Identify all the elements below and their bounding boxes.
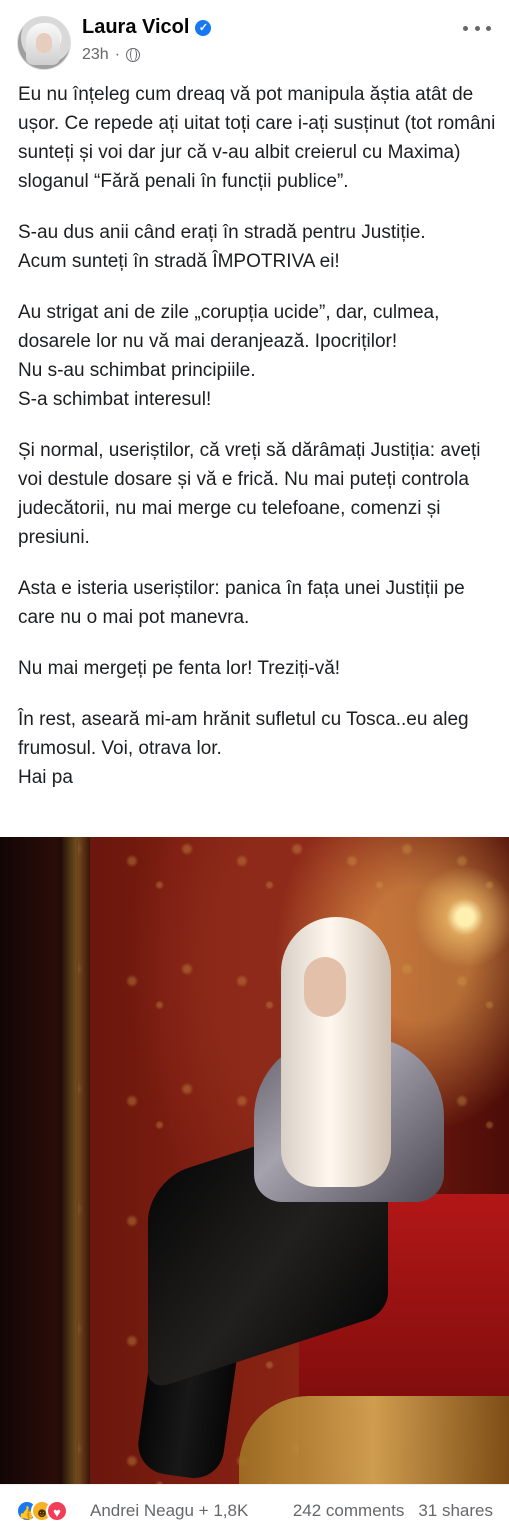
post-paragraph: Și normal, useriștilor, că vreți să dărâ… bbox=[18, 440, 481, 548]
comments-count[interactable]: 242 comments bbox=[293, 1501, 405, 1521]
love-icon: ♥ bbox=[46, 1500, 68, 1522]
post-photo[interactable] bbox=[0, 837, 509, 1484]
shares-count[interactable]: 31 shares bbox=[418, 1501, 493, 1521]
gold-chair-trim bbox=[239, 1396, 509, 1484]
post-paragraph: În rest, aseară mi-am hrănit sufletul cu… bbox=[18, 709, 469, 788]
post-paragraph: Au strigat ani de zile „corupția ucide”,… bbox=[18, 302, 440, 410]
post-footer: 👍 ☻ ♥ Andrei Neagu + 1,8K 242 comments 3… bbox=[0, 1484, 509, 1537]
avatar-face bbox=[36, 33, 52, 53]
reactions-summary[interactable]: 👍 ☻ ♥ bbox=[16, 1500, 68, 1522]
author-row: Laura Vicol ✓ bbox=[82, 16, 212, 39]
post-header: Laura Vicol ✓ 23h · bbox=[0, 0, 509, 80]
author-name[interactable]: Laura Vicol bbox=[82, 16, 189, 39]
post-time[interactable]: 23h bbox=[82, 46, 109, 64]
profile-avatar[interactable] bbox=[17, 16, 71, 70]
post-paragraph: Eu nu înțeleg cum dreaq vă pot manipula … bbox=[18, 84, 496, 192]
woman-hair bbox=[281, 917, 391, 1187]
reaction-count[interactable]: Andrei Neagu + 1,8K bbox=[90, 1501, 248, 1521]
post-meta: 23h · bbox=[82, 46, 141, 64]
more-icon bbox=[474, 25, 480, 31]
post-paragraph: Asta e isteria useriștilor: panica în fa… bbox=[18, 578, 465, 628]
more-icon bbox=[486, 25, 491, 31]
post-stats: 242 comments 31 shares bbox=[293, 1501, 493, 1521]
woman-face bbox=[304, 957, 346, 1017]
post-paragraph: S-au dus anii când erați în stradă pentr… bbox=[18, 222, 426, 272]
post-paragraph: Nu mai mergeți pe fenta lor! Treziți-vă! bbox=[18, 658, 341, 679]
more-options-button[interactable] bbox=[463, 18, 491, 38]
post-text: Eu nu înțeleg cum dreaq vă pot manipula … bbox=[18, 80, 500, 814]
verified-badge-icon: ✓ bbox=[195, 19, 212, 36]
globe-icon bbox=[126, 48, 141, 62]
gold-frame bbox=[62, 837, 90, 1484]
more-icon bbox=[463, 25, 468, 31]
meta-separator: · bbox=[114, 46, 121, 63]
